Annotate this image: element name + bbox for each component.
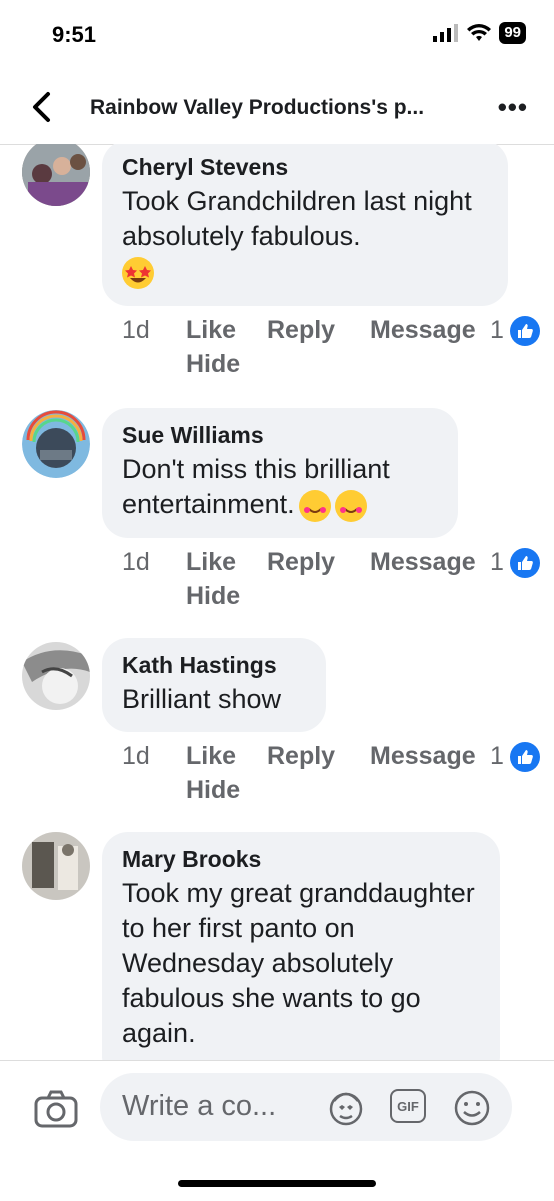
thumbs-up-icon[interactable] [510, 742, 540, 772]
camera-icon[interactable] [34, 1089, 78, 1129]
like-button[interactable]: Like [186, 548, 236, 577]
message-button[interactable]: Message [370, 316, 476, 345]
smiling-hearts-emoji-icon [334, 489, 367, 522]
emoji-icon[interactable] [452, 1089, 492, 1127]
thumbs-up-icon[interactable] [510, 548, 540, 578]
back-icon[interactable] [28, 90, 56, 124]
like-button[interactable]: Like [186, 316, 236, 345]
reaction-count[interactable]: 1 [490, 742, 504, 771]
comment-time[interactable]: 1d [122, 742, 150, 771]
gif-icon[interactable]: GIF [390, 1089, 426, 1123]
smiling-hearts-emoji-icon [298, 489, 331, 522]
page-title: Rainbow Valley Productions's p... [90, 96, 425, 119]
comment-author[interactable]: Sue Williams [122, 420, 436, 450]
like-button[interactable]: Like [186, 742, 236, 771]
battery-indicator: 99 [499, 22, 526, 44]
comment-author[interactable]: Kath Hastings [122, 650, 304, 680]
comment-bubble: Kath Hastings Brilliant show [102, 638, 326, 732]
reply-button[interactable]: Reply [267, 742, 335, 771]
comment-text: Took Grandchildren last night absolutely… [122, 186, 472, 251]
comment-text: Brilliant show [122, 684, 282, 714]
message-button[interactable]: Message [370, 742, 476, 771]
reply-button[interactable]: Reply [267, 548, 335, 577]
thumbs-up-icon[interactable] [510, 316, 540, 346]
avatar-sticker-icon[interactable] [326, 1089, 366, 1127]
avatar[interactable] [22, 832, 90, 900]
comment-input-placeholder: Write a co... [122, 1090, 277, 1122]
comment-author[interactable]: Cheryl Stevens [122, 152, 486, 182]
avatar-photo [22, 832, 90, 900]
message-button[interactable]: Message [370, 548, 476, 577]
comment-input[interactable]: Write a co... GIF [100, 1073, 512, 1141]
reply-button[interactable]: Reply [267, 316, 335, 345]
avatar-photo [22, 144, 90, 206]
wifi-icon [467, 24, 492, 41]
avatar[interactable] [22, 642, 90, 710]
comments-list: Cheryl Stevens Took Grandchildren last n… [0, 144, 554, 1060]
hide-button[interactable]: Hide [186, 776, 240, 805]
gif-label: GIF [397, 1098, 419, 1114]
avatar[interactable] [22, 144, 90, 206]
avatar[interactable] [22, 410, 90, 478]
comment-time[interactable]: 1d [122, 316, 150, 345]
status-time: 9:51 [52, 22, 97, 47]
hide-button[interactable]: Hide [186, 582, 240, 611]
comment-text: Took my great granddaughter to her first… [122, 878, 475, 1048]
signal-icon [433, 24, 459, 42]
comment-author[interactable]: Mary Brooks [122, 844, 478, 874]
avatar-photo [22, 410, 90, 478]
comment-bubble: Sue Williams Don't miss this brilliant e… [102, 408, 458, 538]
reaction-count[interactable]: 1 [490, 548, 504, 577]
top-nav-bar: Rainbow Valley Productions's p... ••• [0, 70, 554, 145]
more-options-icon[interactable]: ••• [498, 92, 528, 123]
avatar-photo [22, 642, 90, 710]
comment-bubble: Mary Brooks Took my great granddaughter … [102, 832, 500, 1060]
reaction-count[interactable]: 1 [490, 316, 504, 345]
home-indicator[interactable] [178, 1180, 376, 1187]
status-bar: 9:51 99 [0, 0, 554, 70]
comment-bubble: Cheryl Stevens Took Grandchildren last n… [102, 144, 508, 306]
comment-time[interactable]: 1d [122, 548, 150, 577]
star-struck-emoji-icon [122, 256, 154, 289]
hide-button[interactable]: Hide [186, 350, 240, 379]
